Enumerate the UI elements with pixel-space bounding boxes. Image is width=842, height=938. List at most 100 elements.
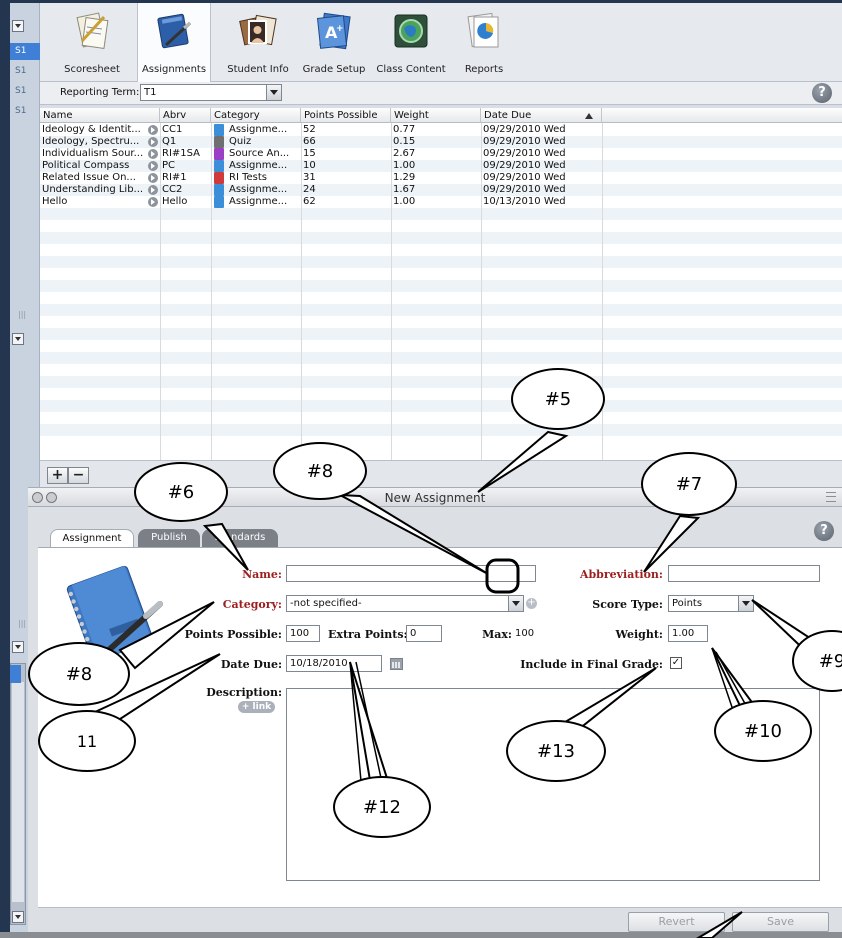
- name-label: Name:: [242, 568, 282, 581]
- tab-label: Student Info: [227, 64, 289, 75]
- column-header-category[interactable]: Category: [211, 108, 301, 123]
- name-input[interactable]: [286, 565, 536, 582]
- grip-icon[interactable]: |||: [18, 620, 26, 628]
- add-link-button[interactable]: + link: [238, 701, 275, 713]
- callout-11: 11: [38, 710, 136, 772]
- tab-assignment[interactable]: Assignment: [50, 529, 134, 548]
- add-assignment-button[interactable]: +: [47, 467, 68, 484]
- scroll-down-button[interactable]: [12, 911, 24, 923]
- sidebar-selection-marker: [10, 665, 21, 683]
- sidebar-item-s1[interactable]: S1: [10, 83, 40, 100]
- category-icon: [214, 172, 224, 184]
- assignments-icon: [157, 13, 192, 49]
- category-text: Source An...: [229, 148, 290, 159]
- cell-name: Ideology & Identit...: [42, 124, 141, 135]
- cell-points: 24: [303, 184, 316, 195]
- open-arrow-icon[interactable]: [148, 197, 158, 207]
- sidebar-collapse-button[interactable]: [12, 20, 24, 32]
- tab-publish[interactable]: Publish: [138, 529, 200, 547]
- tab-label: Grade Setup: [302, 64, 366, 75]
- tab-scoresheet[interactable]: Scoresheet: [54, 3, 130, 82]
- open-arrow-icon[interactable]: [148, 125, 158, 135]
- score-type-select[interactable]: Points: [668, 595, 754, 612]
- add-category-icon[interactable]: +: [526, 598, 537, 609]
- sidebar-scrollbar[interactable]: [10, 663, 26, 925]
- tab-grade-setup[interactable]: A + Grade Setup: [298, 3, 370, 82]
- reporting-term-label: Reporting Term:: [60, 87, 140, 98]
- sidebar-item-s1[interactable]: S1: [10, 63, 40, 80]
- tab-assignments[interactable]: Assignments: [137, 3, 211, 82]
- category-icon: [214, 124, 224, 136]
- open-arrow-icon[interactable]: [148, 137, 158, 147]
- cell-weight: 1.67: [393, 184, 416, 195]
- sidebar-item-s1[interactable]: S1: [10, 103, 40, 120]
- category-icon: [214, 196, 224, 208]
- tab-student-info[interactable]: Student Info: [218, 3, 298, 82]
- weight-input[interactable]: 1.00: [668, 625, 708, 642]
- cell-name: Understanding Lib...: [42, 184, 144, 195]
- cell-abrv: RI#1SA: [162, 148, 201, 159]
- sidebar-item-s1[interactable]: S1: [10, 43, 40, 60]
- reporting-term-bar: Reporting Term: T1 ?: [40, 82, 842, 105]
- date-due-label: Date Due:: [220, 658, 282, 671]
- svg-text:+: +: [336, 24, 344, 34]
- cell-date: 09/29/2010 Wed: [483, 184, 566, 195]
- column-header-weight[interactable]: Weight: [391, 108, 481, 123]
- cell-points: 15: [303, 148, 316, 159]
- grip-icon[interactable]: |||: [18, 311, 26, 319]
- help-icon[interactable]: ?: [814, 521, 834, 541]
- category-icon: [214, 184, 224, 196]
- save-button[interactable]: Save: [732, 912, 829, 932]
- tab-label: Reports: [464, 64, 504, 75]
- cell-name: Individualism Sour...: [42, 148, 144, 159]
- reporting-term-select[interactable]: T1: [140, 84, 282, 101]
- cell-category: Quiz: [211, 136, 301, 148]
- extra-points-input[interactable]: 0: [406, 625, 442, 642]
- cell-abrv: RI#1: [162, 172, 187, 183]
- calendar-icon[interactable]: [390, 658, 403, 670]
- menu-icon[interactable]: [826, 492, 836, 502]
- cell-name: Ideology, Spectru...: [42, 136, 140, 147]
- open-arrow-icon[interactable]: [148, 149, 158, 159]
- cell-date: 10/13/2010 Wed: [483, 196, 566, 207]
- category-select[interactable]: -not specified-: [286, 595, 524, 612]
- sort-ascending-icon: [585, 113, 593, 119]
- points-possible-input[interactable]: 100: [286, 625, 320, 642]
- cell-category: Assignme...: [211, 196, 301, 208]
- revert-button[interactable]: Revert: [628, 912, 725, 932]
- column-header-name[interactable]: Name: [40, 108, 160, 123]
- remove-assignment-button[interactable]: −: [68, 467, 89, 484]
- cell-name: Related Issue On...: [42, 172, 136, 183]
- tab-reports[interactable]: Reports: [452, 3, 516, 82]
- reports-icon: [467, 12, 499, 48]
- date-due-input[interactable]: 10/18/2010: [286, 655, 382, 672]
- column-header-date-due[interactable]: Date Due: [481, 108, 602, 123]
- table-header: Name Abrv Category Points Possible Weigh…: [40, 108, 842, 123]
- sidebar-collapse-button[interactable]: [12, 333, 24, 345]
- column-header-points[interactable]: Points Possible: [301, 108, 391, 123]
- cell-category: Assignme...: [211, 124, 301, 136]
- chevron-down-icon[interactable]: [738, 596, 753, 611]
- help-icon[interactable]: ?: [812, 83, 832, 103]
- tab-label: Assignments: [141, 64, 207, 75]
- scrollbar-thumb[interactable]: [12, 682, 24, 902]
- description-label: Description:: [206, 686, 282, 699]
- column-header-abrv[interactable]: Abrv: [160, 108, 211, 123]
- tab-class-content[interactable]: Class Content: [370, 3, 452, 82]
- callout-5: #5: [511, 368, 605, 430]
- include-final-grade-checkbox[interactable]: ✓: [670, 657, 682, 669]
- cell-points: 62: [303, 196, 316, 207]
- student-info-icon: [239, 14, 277, 46]
- category-text: Assignme...: [229, 160, 288, 171]
- abbreviation-input[interactable]: [668, 565, 820, 582]
- chevron-down-icon[interactable]: [508, 596, 523, 611]
- callout-12: #12: [333, 776, 431, 838]
- open-arrow-icon[interactable]: [148, 185, 158, 195]
- cell-weight: 1.00: [393, 196, 416, 207]
- tab-label: Class Content: [376, 64, 446, 75]
- open-arrow-icon[interactable]: [148, 173, 158, 183]
- tab-standards[interactable]: Standards: [202, 529, 278, 547]
- open-arrow-icon[interactable]: [148, 161, 158, 171]
- sidebar-collapse-button[interactable]: [12, 641, 24, 653]
- chevron-down-icon[interactable]: [266, 85, 281, 100]
